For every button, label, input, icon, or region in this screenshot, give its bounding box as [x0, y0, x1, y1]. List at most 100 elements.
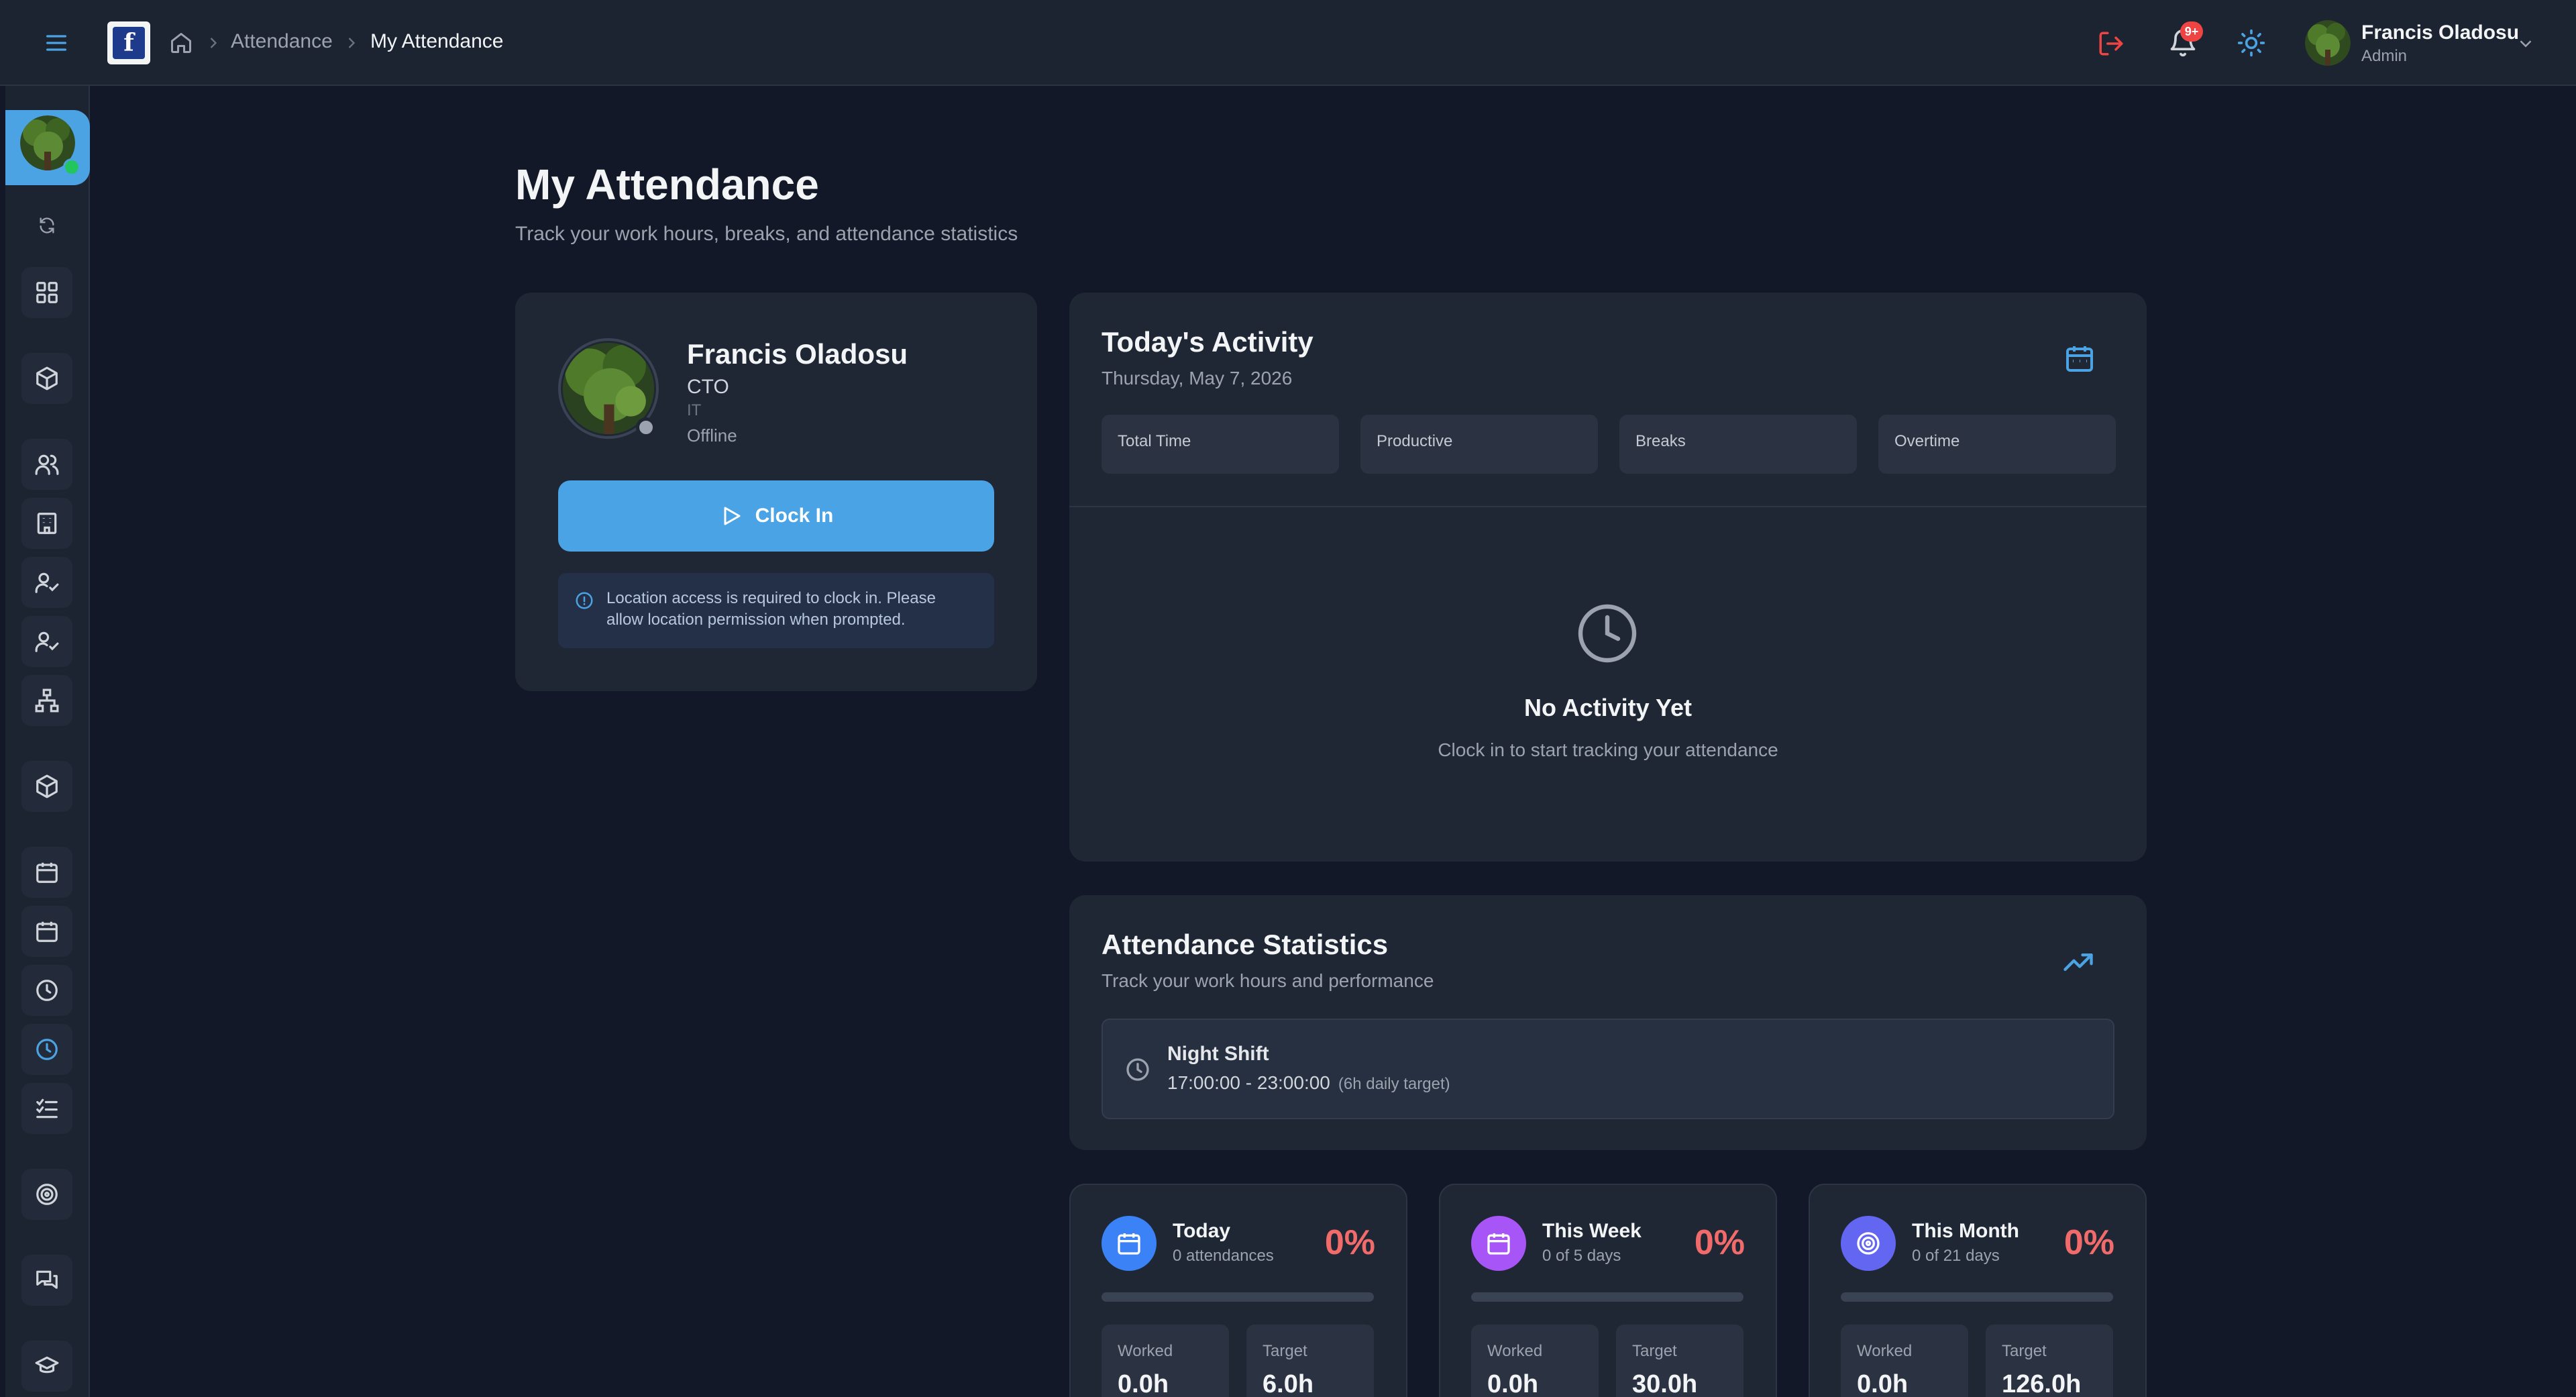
- chat-icon[interactable]: [21, 1255, 72, 1306]
- worked-box: Worked 0.0h: [1102, 1325, 1229, 1397]
- building-icon[interactable]: [21, 498, 72, 549]
- target-box: Target 30.0h: [1616, 1325, 1743, 1397]
- calendar-icon[interactable]: [2063, 342, 2096, 374]
- logo-letter: f: [113, 27, 145, 59]
- target-value: 6.0h: [1263, 1370, 1314, 1397]
- breadcrumb-current: My Attendance: [370, 30, 504, 52]
- notification-badge: 9+: [2180, 21, 2203, 42]
- sidebar: [5, 86, 90, 1397]
- app-root: f Attendance My Attendance 9+ Francis Ol…: [0, 0, 2576, 1397]
- cube-icon[interactable]: [21, 353, 72, 404]
- stat-label: Breaks: [1635, 432, 1686, 450]
- target-value: 126.0h: [2002, 1370, 2082, 1397]
- user-role: Admin: [2361, 47, 2408, 65]
- org-chart-icon[interactable]: [21, 675, 72, 726]
- empty-state-title: No Activity Yet: [1523, 694, 1693, 721]
- worked-value: 0.0h: [1118, 1370, 1169, 1397]
- divider: [1069, 506, 2147, 507]
- summary-title: This Week: [1542, 1220, 1642, 1242]
- stat-total-time: Total Time: [1102, 415, 1339, 474]
- worked-value: 0.0h: [1487, 1370, 1539, 1397]
- summary-card-this-week: This Week 0 of 5 days 0% Worked 0.0h Tar…: [1439, 1184, 1777, 1397]
- calendar-icon[interactable]: [21, 847, 72, 898]
- home-icon[interactable]: [169, 31, 193, 55]
- worked-box: Worked 0.0h: [1471, 1325, 1599, 1397]
- chevron-right-icon: [348, 38, 356, 48]
- cube-icon[interactable]: [21, 761, 72, 812]
- target-label: Target: [1632, 1342, 1677, 1360]
- profile-department: IT: [687, 401, 702, 419]
- hamburger-menu-icon[interactable]: [43, 30, 70, 56]
- summary-icon: [1471, 1216, 1526, 1271]
- user-avatar[interactable]: [2305, 20, 2351, 66]
- breadcrumb-attendance[interactable]: Attendance: [231, 30, 333, 53]
- summary-percent: 0%: [1694, 1223, 1745, 1262]
- calendar-icon: [1118, 1233, 1140, 1255]
- user-check-icon[interactable]: [21, 557, 72, 608]
- profile-job-title: CTO: [687, 376, 729, 398]
- stat-label: Total Time: [1118, 432, 1191, 450]
- summary-card-this-month: This Month 0 of 21 days 0% Worked 0.0h T…: [1809, 1184, 2147, 1397]
- todays-activity-card: Today's Activity Thursday, May 7, 2026 T…: [1069, 293, 2147, 862]
- clock-in-button[interactable]: Clock In: [558, 480, 994, 552]
- stat-label: Productive: [1377, 432, 1453, 450]
- clock-icon[interactable]: [21, 1024, 72, 1075]
- user-name[interactable]: Francis Oladosu: [2361, 21, 2519, 44]
- statistics-title: Attendance Statistics: [1102, 929, 1389, 960]
- target-box: Target 126.0h: [1986, 1325, 2113, 1397]
- summary-percent: 0%: [1324, 1223, 1375, 1262]
- shift-time-row: 17:00:00 - 23:00:00 (6h daily target): [1167, 1072, 1450, 1094]
- summary-subtitle: 0 of 5 days: [1542, 1247, 1621, 1265]
- dashboard-icon[interactable]: [21, 267, 72, 318]
- summary-card-today: Today 0 attendances 0% Worked 0.0h Targe…: [1069, 1184, 1407, 1397]
- target-value: 30.0h: [1632, 1370, 1698, 1397]
- users-icon[interactable]: [21, 439, 72, 490]
- worked-label: Worked: [1487, 1342, 1543, 1360]
- shift-name: Night Shift: [1167, 1043, 1269, 1065]
- target-label: Target: [2002, 1342, 2047, 1360]
- shift-info: Night Shift 17:00:00 - 23:00:00 (6h daily…: [1102, 1019, 2114, 1119]
- refresh-icon[interactable]: [21, 200, 72, 251]
- attendance-statistics-card: Attendance Statistics Track your work ho…: [1069, 895, 2147, 1150]
- app-logo[interactable]: f: [107, 21, 150, 64]
- activity-date: Thursday, May 7, 2026: [1102, 368, 1293, 389]
- calendar-icon[interactable]: [21, 906, 72, 957]
- trending-up-icon: [2063, 953, 2093, 971]
- user-check-icon[interactable]: [21, 616, 72, 667]
- clock-icon[interactable]: [21, 965, 72, 1016]
- location-notice-text: Location access is required to clock in.…: [606, 589, 936, 629]
- target-icon: [1857, 1232, 1880, 1255]
- worked-label: Worked: [1118, 1342, 1173, 1360]
- checklist-icon[interactable]: [21, 1083, 72, 1134]
- empty-state-subtitle: Clock in to start tracking your attendan…: [1438, 739, 1778, 760]
- stat-label: Overtime: [1894, 432, 1960, 450]
- worked-label: Worked: [1857, 1342, 1913, 1360]
- page-subtitle: Track your work hours, breaks, and atten…: [515, 223, 1018, 245]
- graduation-cap-icon[interactable]: [21, 1341, 72, 1392]
- clock-icon: [1578, 604, 1637, 663]
- top-bar: f Attendance My Attendance 9+ Francis Ol…: [0, 0, 2576, 86]
- summary-icon: [1102, 1216, 1157, 1271]
- calendar-icon: [1487, 1233, 1510, 1255]
- stat-overtime: Overtime: [1878, 415, 2116, 474]
- play-icon: [724, 507, 741, 525]
- logout-icon[interactable]: [2097, 30, 2125, 58]
- target-box: Target 6.0h: [1246, 1325, 1374, 1397]
- sun-icon[interactable]: [2237, 28, 2266, 58]
- stat-productive: Productive: [1360, 415, 1598, 474]
- page-title: My Attendance: [515, 160, 819, 209]
- target-label: Target: [1263, 1342, 1307, 1360]
- shift-target: (6h daily target): [1338, 1075, 1450, 1093]
- clock-icon: [1126, 1058, 1149, 1081]
- summary-percent: 0%: [2063, 1223, 2114, 1262]
- shift-time: 17:00:00 - 23:00:00: [1167, 1072, 1330, 1093]
- clock-in-label: Clock In: [755, 505, 834, 527]
- summary-title: Today: [1173, 1220, 1231, 1242]
- profile-name: Francis Oladosu: [687, 338, 908, 370]
- summary-title: This Month: [1912, 1220, 2019, 1242]
- profile-status: Offline: [687, 425, 737, 446]
- status-indicator: [636, 417, 656, 437]
- target-icon[interactable]: [21, 1169, 72, 1220]
- chevron-down-icon[interactable]: [2516, 34, 2536, 54]
- progress-bar: [1102, 1292, 1374, 1302]
